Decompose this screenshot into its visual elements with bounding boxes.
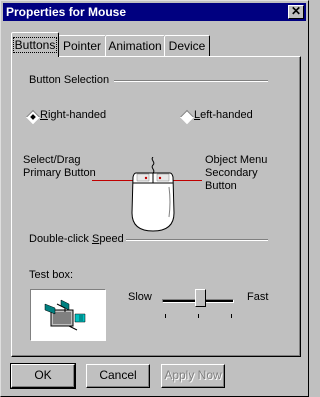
slider-tick	[231, 314, 232, 318]
secondary-button-description: Object Menu Secondary Button	[205, 154, 268, 192]
buttons-tab-panel: Button Selection Right-handed Left-hande…	[11, 56, 301, 357]
tab-buttons[interactable]: Buttons	[11, 32, 59, 57]
apply-now-button[interactable]: Apply Now	[161, 364, 225, 388]
tab-buttons-label: Buttons	[12, 37, 58, 53]
right-handed-radio[interactable]	[25, 109, 41, 125]
primary-button-dot	[144, 176, 148, 180]
properties-window: Properties for Mouse ✕ Buttons Pointer A…	[0, 0, 309, 397]
radio-selected-dot	[30, 114, 36, 120]
tab-device-label: Device	[168, 39, 206, 53]
slider-tick	[198, 314, 199, 318]
secondary-button-dot	[158, 176, 162, 180]
primary-button-description: Select/Drag Primary Button	[23, 154, 96, 179]
test-box[interactable]	[30, 289, 106, 341]
double-click-divider	[126, 239, 268, 241]
cancel-button[interactable]: Cancel	[86, 364, 150, 388]
tab-pointer-label: Pointer	[62, 39, 102, 53]
button-selection-divider	[114, 80, 268, 82]
ok-button[interactable]: OK	[10, 363, 76, 389]
test-box-label: Test box:	[29, 269, 74, 281]
mouse-icon	[131, 157, 175, 232]
left-handed-label[interactable]: Left-handed	[194, 109, 253, 121]
window-title: Properties for Mouse	[6, 5, 127, 19]
close-button[interactable]: ✕	[288, 5, 304, 19]
tab-pointer[interactable]: Pointer	[58, 35, 106, 56]
title-bar[interactable]: Properties for Mouse ✕	[3, 3, 306, 21]
double-click-speed-heading: Double-click Speed	[29, 233, 124, 245]
jack-in-the-box-icon	[31, 290, 105, 340]
fast-label: Fast	[247, 291, 269, 303]
slow-label: Slow	[128, 291, 152, 303]
left-handed-radio[interactable]	[179, 109, 195, 125]
tab-device[interactable]: Device	[164, 35, 210, 56]
tab-animation[interactable]: Animation	[105, 35, 165, 56]
slider-thumb[interactable]	[194, 289, 206, 307]
slider-tick	[165, 314, 166, 318]
button-selection-heading: Button Selection	[29, 74, 110, 86]
close-icon: ✕	[290, 4, 302, 18]
right-handed-label[interactable]: Right-handed	[40, 109, 106, 121]
tab-animation-label: Animation	[108, 39, 162, 53]
